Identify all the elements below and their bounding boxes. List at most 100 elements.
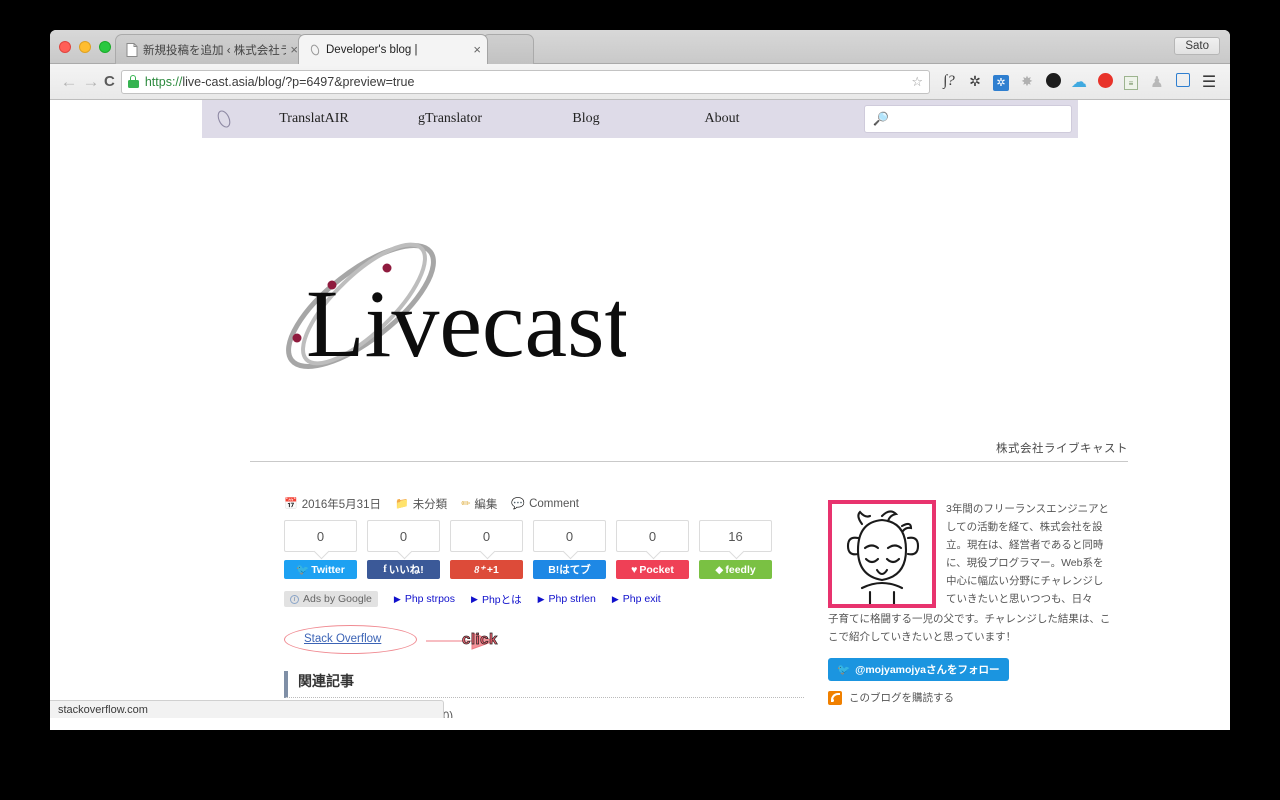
play-triangle-icon: ▶ <box>393 593 401 604</box>
share-facebook: 0 f いいね! <box>367 520 440 579</box>
browser-tab-0-title: 新規投稿を追加 ‹ 株式会社ライ <box>143 44 286 57</box>
new-tab-button[interactable] <box>482 34 534 64</box>
nav-item-blog[interactable]: Blog <box>518 111 654 127</box>
back-button[interactable]: ← <box>58 72 80 92</box>
url-text: https://live-cast.asia/blog/?p=6497&prev… <box>145 75 415 89</box>
post-comment-text: Comment <box>529 498 579 510</box>
oval-icon <box>310 44 320 55</box>
share-label: Twitter <box>311 563 345 576</box>
window-traffic-lights <box>59 41 111 53</box>
url-rest: live-cast.asia/blog/?p=6497&preview=true <box>182 74 415 89</box>
pocket-heart-icon: ♥ <box>631 563 638 576</box>
share-label: いいね! <box>388 564 424 576</box>
post-category-text: 未分類 <box>412 499 448 511</box>
integral-icon[interactable]: ∫? <box>936 73 962 90</box>
search-input[interactable]: 🔍 <box>864 105 1072 133</box>
lock-icon <box>127 75 139 88</box>
bookmark-star-icon[interactable]: ☆ <box>911 74 925 90</box>
play-triangle-icon: ▶ <box>611 593 619 604</box>
ad-keyword-label: Phpとは <box>481 593 522 606</box>
share-label: feedly <box>725 563 756 576</box>
search-icon: 🔍 <box>873 111 890 126</box>
svg-text:Livecast: Livecast <box>306 270 626 377</box>
play-triangle-icon: ▶ <box>537 593 545 604</box>
share-label: Pocket <box>639 563 674 576</box>
company-name: 株式会社ライブキャスト <box>250 440 1128 462</box>
ad-keyword-label: Php strlen <box>548 593 596 605</box>
browser-tab-1-title: Developer's blog | <box>326 43 418 56</box>
ad-keyword-1[interactable]: ▶ Phpとは <box>471 592 522 607</box>
post-category[interactable]: 📁 未分類 <box>395 496 447 512</box>
nav-item-gtranslator[interactable]: gTranslator <box>382 111 518 127</box>
share-count: 0 <box>284 520 357 552</box>
share-label: +1 <box>486 563 499 576</box>
calendar-icon: 📅 <box>284 497 298 510</box>
ad-keyword-0[interactable]: ▶ Php strpos <box>394 593 455 605</box>
ad-keyword-label: Php exit <box>622 593 661 605</box>
menu-icon[interactable]: ☰ <box>1196 72 1222 92</box>
share-label: B!はてブ <box>548 564 591 576</box>
site-logo[interactable]: Livecast <box>246 240 632 380</box>
address-bar[interactable]: https://live-cast.asia/blog/?p=6497&prev… <box>120 69 930 94</box>
gear-icon[interactable]: ✲ <box>962 73 988 90</box>
sidebar: 3年間のフリーランスエンジニアとしての活動を経て、株式会社を設立。現在は、経営者… <box>828 500 1113 718</box>
facebook-f-icon: f <box>383 564 387 575</box>
share-googleplus: 0 8⁺ +1 <box>450 520 523 579</box>
oval-logo-icon[interactable] <box>202 108 246 130</box>
annotation-click-text: click <box>462 631 498 649</box>
nav-item-translatair[interactable]: TranslatAIR <box>246 111 382 127</box>
bug-icon[interactable]: ✸ <box>1014 73 1040 90</box>
post-edit-link[interactable]: ✏ 編集 <box>461 496 497 512</box>
twitter-follow-button[interactable]: 🐦 @mojyamojyaさんをフォロー <box>828 658 1009 682</box>
google-ads-row: i Ads by Google ▶ Php strpos ▶ Phpとは ▶ P… <box>284 591 804 607</box>
post-meta-row: 📅 2016年5月31日 📁 未分類 ✏ 編集 💬 Comment <box>284 496 804 512</box>
pencil-icon: ✏ <box>461 497 471 510</box>
ad-keyword-2[interactable]: ▶ Php strlen <box>538 593 596 605</box>
blue-gear-icon[interactable]: ✲ <box>988 73 1014 91</box>
twitter-bird-icon: 🐦 <box>837 664 851 677</box>
nav-item-about[interactable]: About <box>654 111 790 127</box>
share-twitter: 0 🐦 Twitter <box>284 520 357 579</box>
post-date-text: 2016年5月31日 <box>301 499 381 511</box>
google-plus-share-button[interactable]: 8⁺ +1 <box>450 560 523 579</box>
minimize-window-button[interactable] <box>79 41 91 53</box>
reload-button[interactable]: C <box>104 73 115 90</box>
red-circle-icon[interactable] <box>1092 72 1118 91</box>
feed-icon[interactable]: ≡ <box>1118 73 1144 90</box>
profile-text: 3年間のフリーランスエンジニアとしての活動を経て、株式会社を設立。現在は、経営者… <box>946 503 1109 606</box>
camera-icon[interactable] <box>1040 72 1066 91</box>
play-triangle-icon: ▶ <box>471 593 478 604</box>
ads-by-google-label: Ads by Google <box>303 593 372 605</box>
popout-icon[interactable] <box>1170 73 1196 90</box>
site-navigation-bar: TranslatAIR gTranslator Blog About 🔍 <box>202 100 1078 138</box>
close-icon[interactable]: × <box>290 43 298 56</box>
stack-overflow-link[interactable]: Stack Overflow <box>304 633 381 645</box>
ads-by-google-badge[interactable]: i Ads by Google <box>284 591 378 607</box>
close-icon[interactable]: × <box>473 43 481 56</box>
tab-strip: 新規投稿を追加 ‹ 株式会社ライ × Developer's blog | × … <box>50 30 1230 64</box>
profile-block: 3年間のフリーランスエンジニアとしての活動を経て、株式会社を設立。現在は、経営者… <box>828 500 1113 608</box>
comment-icon: 💬 <box>511 497 526 510</box>
post-comment-link[interactable]: 💬 Comment <box>511 498 579 510</box>
twitter-share-button[interactable]: 🐦 Twitter <box>284 560 357 579</box>
cloud-icon[interactable]: ☁ <box>1066 72 1092 92</box>
avatar <box>828 500 936 608</box>
feedly-share-button[interactable]: ◆ feedly <box>699 560 772 579</box>
pocket-share-button[interactable]: ♥ Pocket <box>616 560 689 579</box>
facebook-share-button[interactable]: f いいね! <box>367 560 440 579</box>
ghost-icon[interactable]: ♟ <box>1144 73 1170 91</box>
hatena-share-button[interactable]: B!はてブ <box>533 560 606 579</box>
user-profile-button[interactable]: Sato <box>1174 37 1220 55</box>
rss-icon <box>828 690 842 705</box>
rss-subscribe-link[interactable]: このブログを購読する <box>828 690 1113 705</box>
browser-tab-1[interactable]: Developer's blog | × <box>298 34 488 64</box>
info-icon: i <box>290 594 299 604</box>
post-date: 📅 2016年5月31日 <box>284 496 381 512</box>
ad-keyword-3[interactable]: ▶ Php exit <box>612 593 661 605</box>
maximize-window-button[interactable] <box>99 41 111 53</box>
close-window-button[interactable] <box>59 41 71 53</box>
share-pocket: 0 ♥ Pocket <box>616 520 689 579</box>
folder-icon: 📁 <box>394 497 409 510</box>
browser-tab-0[interactable]: 新規投稿を追加 ‹ 株式会社ライ × <box>115 34 305 64</box>
forward-button[interactable]: → <box>80 72 102 92</box>
